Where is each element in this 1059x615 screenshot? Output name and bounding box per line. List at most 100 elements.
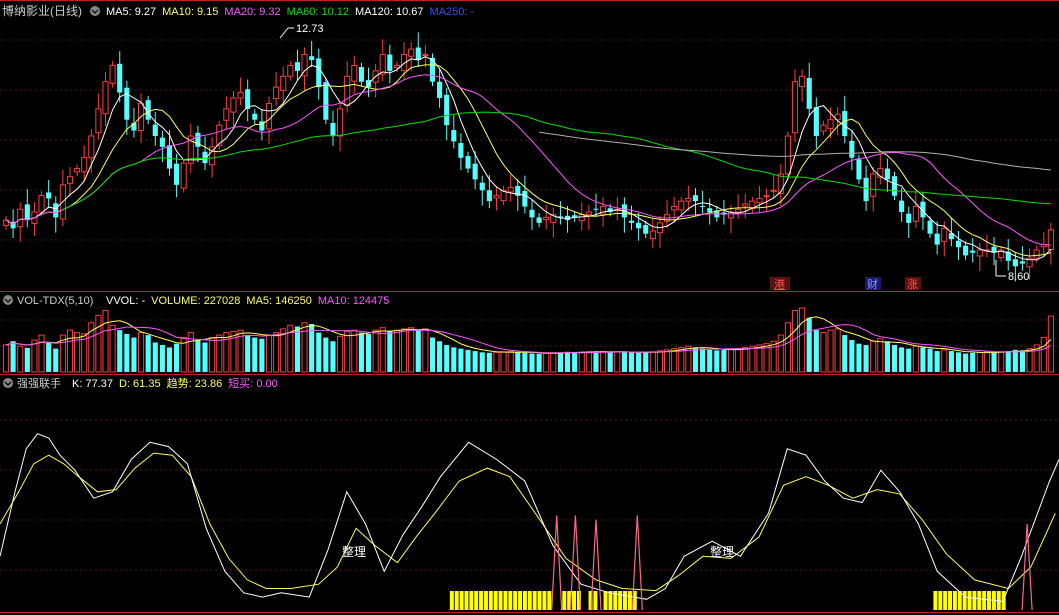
volume-bar-down: [927, 348, 933, 372]
volume-bar-up: [507, 351, 514, 373]
candle-body-down: [891, 176, 898, 196]
candle-body-down: [444, 94, 450, 126]
moving-average-lines: [5, 56, 1052, 261]
volume-bar-up: [31, 339, 38, 373]
candle-body-down: [1019, 261, 1026, 264]
oscillator-yellow-bars: [449, 591, 1006, 610]
candle-body-down: [955, 240, 962, 248]
volume-bar-up: [870, 340, 877, 373]
event-tag-text: 港: [774, 278, 785, 291]
candle-body-up: [109, 64, 116, 84]
candle-body-up: [870, 173, 877, 197]
event-tag-zhang[interactable]: 涨: [905, 277, 921, 291]
yellow-signal-bar: [498, 591, 503, 610]
volume-bar-down: [955, 352, 962, 372]
volume-bar-down: [152, 342, 158, 372]
volume-bar-down: [1019, 350, 1026, 372]
volume-bar-up: [941, 349, 948, 373]
candle-body-down: [330, 122, 336, 136]
volume-bar-up: [379, 327, 386, 373]
yellow-signal-bar: [493, 591, 498, 610]
yellow-signal-bar: [449, 591, 454, 610]
yellow-signal-bar: [454, 591, 459, 610]
d-line: [0, 452, 1056, 592]
volume-bar-down: [1005, 351, 1011, 372]
candle-body-down: [174, 163, 180, 185]
indicator-value: MA250: -: [430, 6, 475, 18]
candle-body-down: [159, 137, 165, 147]
candle-body-up: [88, 135, 95, 159]
candle-body-down: [152, 124, 158, 136]
main-header-toggle-icon[interactable]: [90, 6, 100, 16]
volume-bar-down: [202, 342, 208, 372]
event-tag-gang[interactable]: 港: [770, 277, 790, 291]
high-price-marker: 12.73: [279, 23, 324, 39]
volume-bar-down: [700, 348, 706, 372]
volume-bar-down: [131, 337, 137, 372]
yellow-signal-bar: [572, 591, 577, 610]
candle-body-down: [707, 208, 713, 212]
volume-bar-down: [564, 351, 571, 372]
yellow-signal-bar: [623, 591, 628, 610]
volume-bar-up: [834, 328, 841, 373]
oscillator-indicator-title[interactable]: 强强联手: [17, 376, 61, 390]
volume-bar-down: [948, 351, 954, 372]
volume-bar-down: [721, 349, 727, 372]
candle-body-down: [437, 81, 443, 98]
candle-body-up: [379, 54, 386, 75]
volume-bar-down: [970, 352, 976, 372]
volume-bar-down: [486, 352, 492, 372]
stock-title[interactable]: 博纳影业(日线): [2, 3, 82, 18]
candle-body-up: [912, 206, 919, 222]
volume-bar-up: [756, 344, 763, 373]
volume-bar-down: [934, 351, 940, 372]
volume-panel-header: VOL-TDX(5,10) VVOL: - VOLUME: 227028 MA5: …: [3, 295, 389, 307]
volume-bar-up: [66, 329, 74, 373]
candle-body-up: [237, 92, 244, 99]
volume-bar-up: [656, 350, 664, 373]
volume-bar-down: [159, 344, 165, 372]
indicator-value: VVOL: -: [106, 295, 145, 307]
volume-bar-down: [444, 344, 450, 372]
yellow-signal-bar: [503, 591, 508, 610]
volume-bar-down: [117, 330, 123, 372]
candle-body-down: [842, 111, 848, 136]
volume-bar-down: [124, 333, 130, 372]
volume-indicator-title[interactable]: VOL-TDX(5,10): [17, 295, 93, 307]
volume-bar-down: [536, 353, 542, 372]
yellow-signal-bar: [948, 591, 953, 610]
candle-body-down: [849, 140, 855, 158]
oscillator-header-toggle-icon[interactable]: [3, 378, 13, 388]
volume-bar-down: [24, 347, 30, 372]
event-tag-cai[interactable]: 财: [865, 277, 881, 291]
svg-text:MA5: 9.27MA10: 9.15MA20: 9.32M: MA5: 9.27 MA10: 9.15 MA20: 9.32 MA60: 10.12…: [106, 6, 475, 18]
candle-body-up: [180, 162, 187, 189]
volume-bar-down: [963, 353, 969, 372]
volume-bar-down: [692, 347, 699, 372]
candle-body-up: [678, 200, 685, 211]
volume-bar-down: [920, 347, 926, 372]
volume-bar-up: [344, 330, 351, 373]
indicator-value: VOLUME: 227028: [151, 295, 240, 307]
candle-body-up: [74, 168, 81, 173]
volume-bar-down: [252, 337, 258, 372]
volume-bar-up: [301, 322, 308, 373]
candle-body-up: [81, 157, 88, 173]
volume-bar-down: [10, 341, 16, 372]
volume-bar-down: [572, 352, 578, 372]
volume-bar-up: [735, 348, 742, 373]
candle-body-up: [17, 208, 24, 228]
volume-bar-down: [1012, 349, 1018, 372]
candle-body-up: [66, 176, 74, 184]
candle-body-down: [522, 190, 528, 207]
yellow-signal-bar: [508, 591, 513, 610]
volume-header-toggle-icon[interactable]: [3, 295, 13, 305]
candle-body-up: [507, 187, 514, 193]
yellow-signal-bar: [952, 591, 957, 610]
candle-body-up: [763, 195, 770, 198]
oscillator-lines: [0, 433, 1059, 611]
volume-bar-up: [273, 332, 280, 373]
candle-body-down: [316, 58, 322, 88]
volume-bar-up: [1040, 337, 1047, 373]
candle-body-down: [166, 145, 173, 169]
